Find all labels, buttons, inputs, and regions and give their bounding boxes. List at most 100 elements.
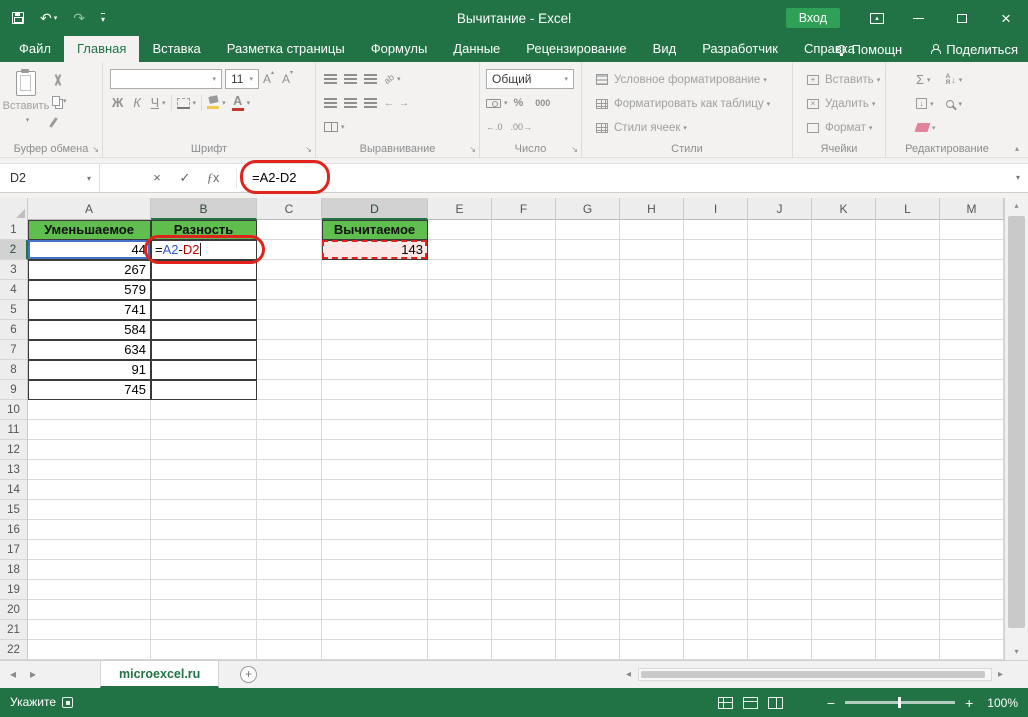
row-header-14[interactable]: 14 [0,480,28,500]
cell-B15[interactable] [151,500,257,520]
cell-D7[interactable] [322,340,428,360]
cell-E13[interactable] [428,460,492,480]
cell-M2[interactable] [940,240,1004,260]
cell-K21[interactable] [812,620,876,640]
font-dialog-launcher[interactable]: ↘ [305,146,312,154]
cell-F6[interactable] [492,320,556,340]
cell-D1[interactable]: Вычитаемое [322,220,428,240]
cell-B12[interactable] [151,440,257,460]
vertical-scrollbar[interactable]: ▴ ▾ [1004,198,1028,660]
cell-E11[interactable] [428,420,492,440]
hscroll-left-arrow[interactable]: ◂ [626,661,631,688]
tell-me-button[interactable]: Помощн [836,42,902,57]
cell-E16[interactable] [428,520,492,540]
cell-J6[interactable] [748,320,812,340]
fill-color-dropdown-arrow[interactable]: ▾ [222,99,226,107]
align-top-icon[interactable] [324,74,337,84]
cell-J14[interactable] [748,480,812,500]
cell-M22[interactable] [940,640,1004,660]
cell-I16[interactable] [684,520,748,540]
cell-I21[interactable] [684,620,748,640]
cell-K8[interactable] [812,360,876,380]
tab-review[interactable]: Рецензирование [513,36,639,62]
sheet-tab-microexcel[interactable]: microexcel.ru [100,661,220,688]
cell-C2[interactable] [257,240,322,260]
cell-M7[interactable] [940,340,1004,360]
cell-F16[interactable] [492,520,556,540]
cell-D11[interactable] [322,420,428,440]
cell-M20[interactable] [940,600,1004,620]
row-header-2[interactable]: 2 [0,240,28,260]
cell-I10[interactable] [684,400,748,420]
cell-M21[interactable] [940,620,1004,640]
cell-A15[interactable] [28,500,151,520]
cell-G4[interactable] [556,280,620,300]
column-header-A[interactable]: A [28,198,151,220]
cell-B9[interactable] [151,380,257,400]
cell-C4[interactable] [257,280,322,300]
cell-F14[interactable] [492,480,556,500]
cell-I20[interactable] [684,600,748,620]
decrease-font-size-button[interactable]: А▾ [282,70,293,86]
cell-J1[interactable] [748,220,812,240]
cell-L21[interactable] [876,620,940,640]
cell-H5[interactable] [620,300,684,320]
column-header-I[interactable]: I [684,198,748,220]
cell-L16[interactable] [876,520,940,540]
cell-A11[interactable] [28,420,151,440]
zoom-slider[interactable] [845,697,956,708]
cell-I19[interactable] [684,580,748,600]
cell-M5[interactable] [940,300,1004,320]
cell-E1[interactable] [428,220,492,240]
cell-A8[interactable]: 91 [28,360,151,380]
cell-M3[interactable] [940,260,1004,280]
cell-A22[interactable] [28,640,151,660]
cell-J13[interactable] [748,460,812,480]
cell-C1[interactable] [257,220,322,240]
ribbon-display-options-button[interactable]: ▴ [858,0,896,36]
cell-H21[interactable] [620,620,684,640]
cell-H17[interactable] [620,540,684,560]
zoom-level[interactable]: 100% [987,696,1018,710]
row-header-5[interactable]: 5 [0,300,28,320]
cell-B19[interactable] [151,580,257,600]
cell-E12[interactable] [428,440,492,460]
cell-C16[interactable] [257,520,322,540]
cell-H15[interactable] [620,500,684,520]
cell-E19[interactable] [428,580,492,600]
borders-dropdown-arrow[interactable]: ▾ [193,99,197,107]
cell-K19[interactable] [812,580,876,600]
row-header-19[interactable]: 19 [0,580,28,600]
cell-C8[interactable] [257,360,322,380]
cell-D3[interactable] [322,260,428,280]
row-header-4[interactable]: 4 [0,280,28,300]
cell-I3[interactable] [684,260,748,280]
tab-data[interactable]: Данные [440,36,513,62]
cut-button[interactable] [52,73,67,87]
cell-C11[interactable] [257,420,322,440]
cell-I5[interactable] [684,300,748,320]
cell-B14[interactable] [151,480,257,500]
cell-I11[interactable] [684,420,748,440]
zoom-out-button[interactable]: − [827,696,835,710]
cell-K22[interactable] [812,640,876,660]
cell-K5[interactable] [812,300,876,320]
cell-D8[interactable] [322,360,428,380]
cell-H6[interactable] [620,320,684,340]
row-header-15[interactable]: 15 [0,500,28,520]
font-size-select[interactable]: 11 ▾ [225,69,259,89]
cell-A7[interactable]: 634 [28,340,151,360]
cell-H3[interactable] [620,260,684,280]
cell-B18[interactable] [151,560,257,580]
column-header-J[interactable]: J [748,198,812,220]
row-header-21[interactable]: 21 [0,620,28,640]
row-header-22[interactable]: 22 [0,640,28,660]
cell-H2[interactable] [620,240,684,260]
cell-H16[interactable] [620,520,684,540]
cell-L22[interactable] [876,640,940,660]
accounting-format-icon[interactable] [486,98,501,108]
cell-B16[interactable] [151,520,257,540]
cell-B10[interactable] [151,400,257,420]
cell-J4[interactable] [748,280,812,300]
enter-button[interactable]: ✓ [172,164,198,192]
